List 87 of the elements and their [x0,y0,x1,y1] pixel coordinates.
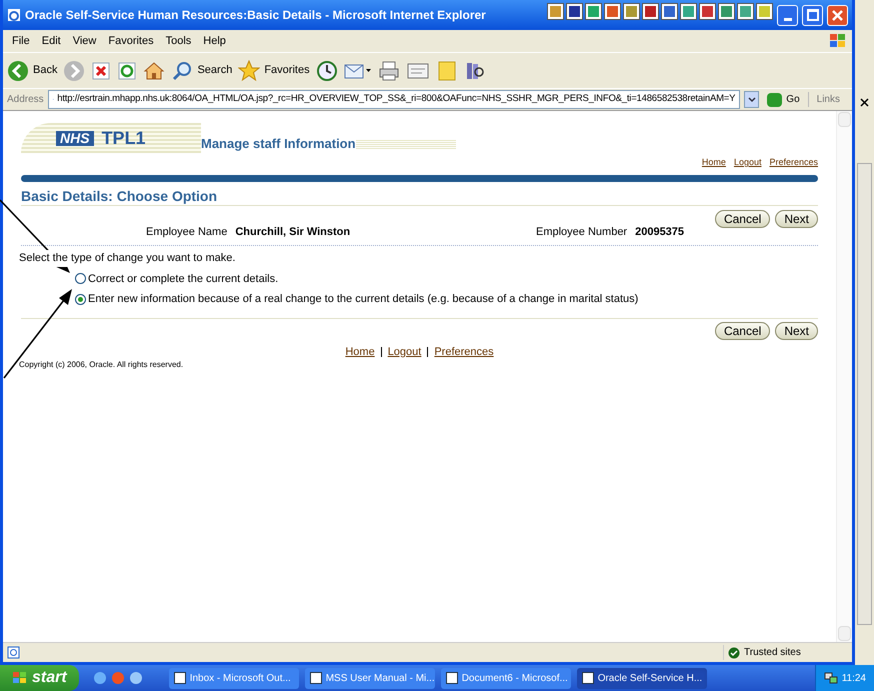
address-label: Address [7,93,44,107]
taskbar-button[interactable]: MSS User Manual - Mi... [304,668,435,688]
footer-link[interactable]: Home [345,344,375,360]
history-button[interactable] [316,60,338,82]
menu-item[interactable]: File [7,32,35,50]
clock: 11:24 [842,672,866,686]
radio-button[interactable] [75,294,86,305]
office-shortcut-icon[interactable] [680,3,697,20]
home-button[interactable] [143,60,166,82]
address-url: http://esrtrain.mhapp.nhs.uk:8064/OA_HTML/OA.jsp?_rc=HR_OVERVIEW_TOP_SS&_ri=800&OAFunc=NHS_SSHR_MGR_PERS_INFO&_ti=1486582538retainAM=Y [57,92,736,106]
history-icon [316,60,338,82]
office-shortcut-icon[interactable] [756,3,773,20]
note-icon [436,60,458,82]
global-link[interactable]: Logout [734,156,762,170]
office-shortcut-icon[interactable] [718,3,735,20]
go-button[interactable]: Go [763,92,804,107]
window-title: Oracle Self-Service Human Resources:Basic Details - Microsoft Internet Explorer [25,7,486,24]
global-link[interactable]: Home [702,156,726,170]
network-icon [824,671,838,685]
minimize-button[interactable] [777,4,798,26]
copyright-text: Copyright (c) 2006, Oracle. All rights reserved. [19,359,184,371]
refresh-icon [117,60,138,80]
dropdown-button[interactable] [744,91,760,108]
page-button[interactable]: Next [775,210,818,228]
office-shortcut-icon[interactable] [566,3,583,20]
page-button[interactable]: Cancel [714,210,770,228]
scrollbar[interactable] [857,163,872,625]
office-shortcut-icon[interactable] [604,3,621,20]
field-label: Employee Number [536,224,628,240]
home-icon [143,60,166,82]
footer-link[interactable]: Preferences [434,344,494,360]
office-shortcut-icon[interactable] [642,3,659,20]
footer-link[interactable]: Logout [388,344,422,360]
page-heading: Basic Details: Choose Option [21,188,818,206]
browser-icon [7,8,21,22]
field-label: Employee Name [146,224,228,240]
option-label[interactable]: Correct or complete the current details. [88,270,278,287]
close-button[interactable] [827,4,848,26]
quick-launch-icon[interactable] [92,671,107,685]
field-value: 20095375 [635,224,684,240]
menu-item[interactable]: Edit [36,32,66,50]
radio-button[interactable] [75,273,86,284]
app-title: Manage staff Information [201,134,356,153]
print-button[interactable] [378,60,400,82]
quick-launch-icon[interactable] [128,671,143,685]
menu-item[interactable]: Favorites [103,32,159,50]
printer-icon [378,60,400,82]
option-label[interactable]: Enter new information because of a real change to the current details (e.g. because of a change in marital status) [88,291,638,308]
windows-flag-icon [12,671,28,685]
instruction-text: Select the type of change you want to make. [19,250,236,266]
page-button[interactable]: Cancel [714,322,770,340]
vertical-scrollbar[interactable] [836,111,852,642]
taskbar-button[interactable]: Oracle Self-Service H... [576,668,707,688]
menu-item[interactable]: Tools [160,32,196,50]
maximize-button[interactable] [802,4,823,26]
taskbar-button[interactable]: Document6 - Microsof... [440,668,571,688]
office-shortcut-icon[interactable] [661,3,678,20]
menu-item[interactable]: Help [198,32,231,50]
start-button[interactable]: start [0,665,79,691]
check-icon [728,646,740,658]
close-icon [860,98,869,107]
office-shortcut-icon[interactable] [737,3,754,20]
star-icon [238,60,260,82]
favorites-button[interactable]: Favorites [238,60,310,82]
office-shortcut-icon[interactable] [699,3,716,20]
page-button[interactable]: Next [775,322,818,340]
office-shortcut-icon[interactable] [585,3,602,20]
field-value: Churchill, Sir Winston [235,224,350,240]
refresh-button[interactable] [117,60,138,80]
office-shortcut-icon[interactable] [623,3,640,20]
search-icon [171,60,194,82]
office-shortcut-icon[interactable] [547,3,564,20]
brand-name: TPL1 [102,129,146,147]
nhs-logo: NHS [56,130,94,146]
stop-button[interactable] [91,60,112,80]
links-label[interactable]: Links [808,92,848,107]
taskbar-button[interactable]: Inbox - Microsoft Out... [168,668,299,688]
address-field[interactable]: http://esrtrain.mhapp.nhs.uk:8064/OA_HTML/OA.jsp?_rc=HR_OVERVIEW_TOP_SS&_ri=800&OAFunc=NHS_SSHR_MGR_PERS_INFO&_ti=1486582538retainAM=Y [48,90,740,109]
windows-flag-icon [828,32,848,50]
global-link[interactable]: Preferences [769,156,818,170]
close-icon [832,10,843,20]
security-zone: Trusted sites [744,646,801,660]
search-button[interactable]: Search [171,60,232,82]
back-button[interactable]: Back [7,60,58,82]
menu-item[interactable]: View [68,32,102,50]
chevron-down-icon [748,96,756,102]
stop-icon [91,60,112,80]
